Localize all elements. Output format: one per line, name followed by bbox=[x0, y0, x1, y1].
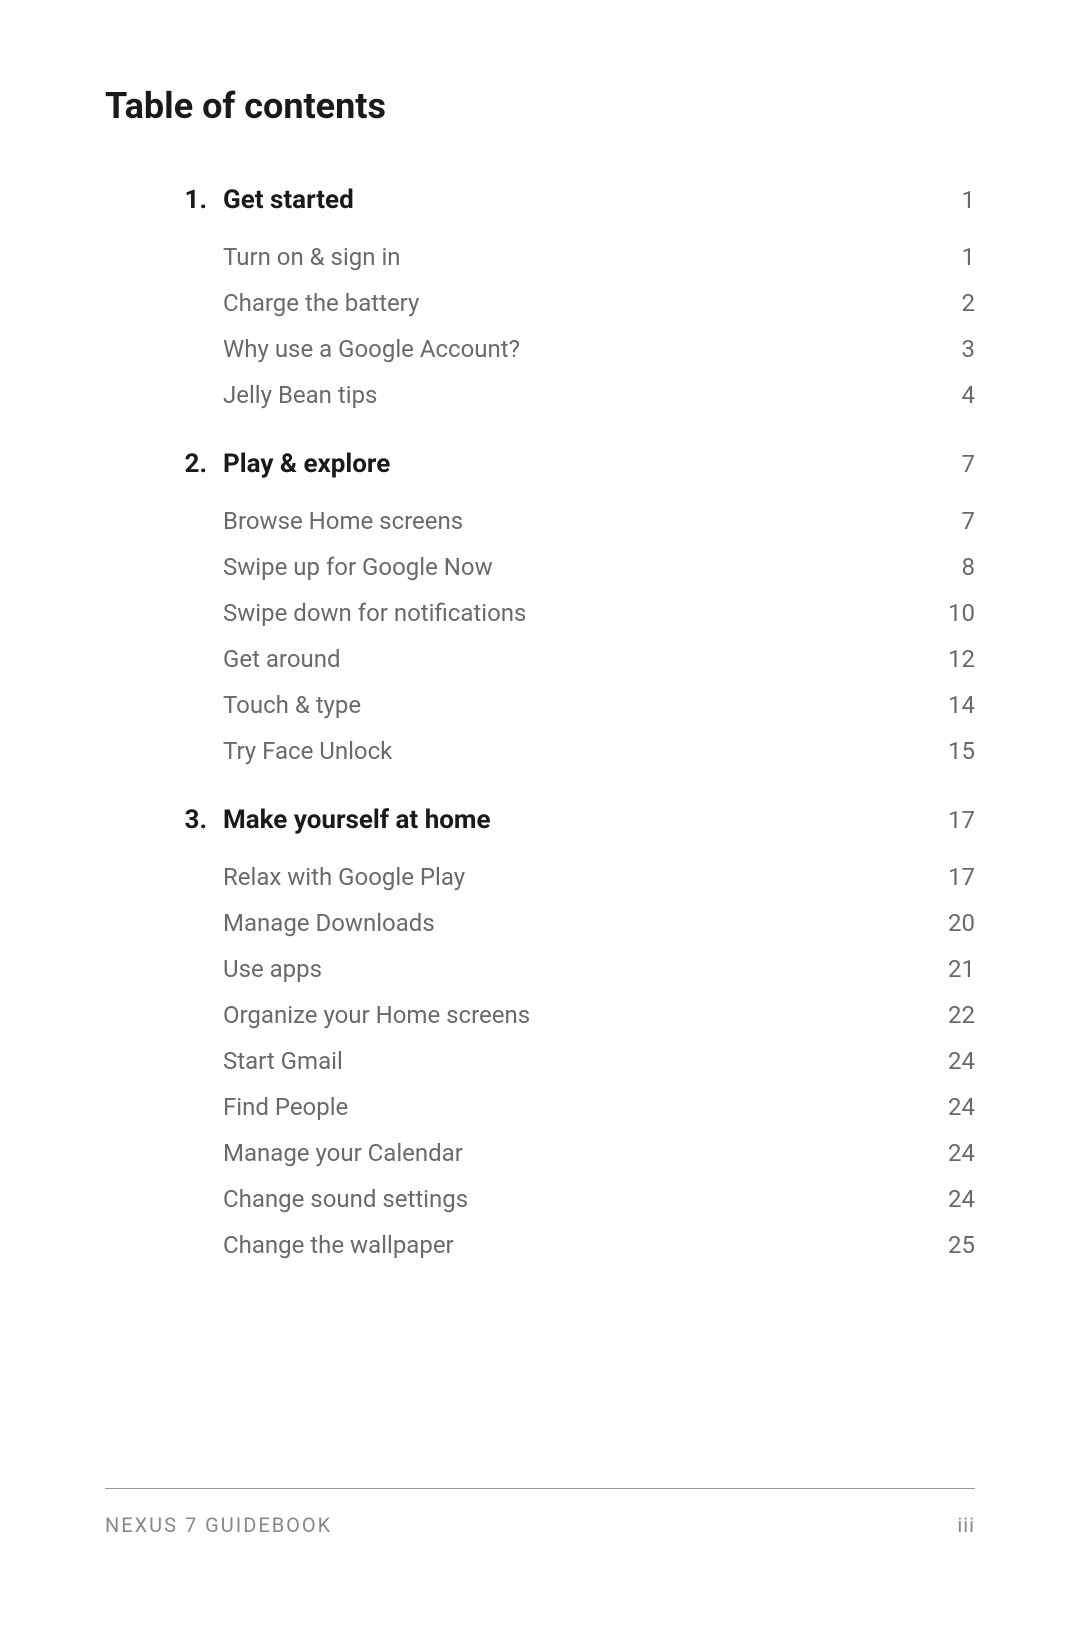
toc-entry: Change sound settings24 bbox=[175, 1185, 975, 1213]
toc-entry-title: Get around bbox=[223, 645, 935, 673]
toc-entry: Browse Home screens7 bbox=[175, 507, 975, 535]
toc-entry-page: 24 bbox=[935, 1047, 975, 1075]
toc-entry-title: Organize your Home screens bbox=[223, 1001, 935, 1029]
toc-entry-page: 22 bbox=[935, 1001, 975, 1029]
toc-chapter-heading: 2.Play & explore7 bbox=[175, 449, 975, 479]
toc-entry-title: Jelly Bean tips bbox=[223, 381, 935, 409]
toc-entry-page: 10 bbox=[935, 599, 975, 627]
toc-entry-title: Browse Home screens bbox=[223, 507, 935, 535]
table-of-contents: 1.Get started1Turn on & sign in1Charge t… bbox=[105, 185, 975, 1259]
toc-entry-title: Change sound settings bbox=[223, 1185, 935, 1213]
toc-entry-page: 24 bbox=[935, 1093, 975, 1121]
toc-entry: Charge the battery2 bbox=[175, 289, 975, 317]
toc-entry: Find People24 bbox=[175, 1093, 975, 1121]
toc-entry: Get around12 bbox=[175, 645, 975, 673]
toc-entry-title: Relax with Google Play bbox=[223, 863, 935, 891]
toc-entry: Start Gmail24 bbox=[175, 1047, 975, 1075]
toc-entry-page: 20 bbox=[935, 909, 975, 937]
toc-entry: Organize your Home screens22 bbox=[175, 1001, 975, 1029]
footer-page-number: iii bbox=[957, 1513, 975, 1537]
toc-chapter-title: Get started bbox=[223, 185, 935, 215]
toc-entry: Swipe down for notifications10 bbox=[175, 599, 975, 627]
toc-entry-page: 25 bbox=[935, 1231, 975, 1259]
toc-entry: Why use a Google Account?3 bbox=[175, 335, 975, 363]
toc-entry: Manage your Calendar24 bbox=[175, 1139, 975, 1167]
toc-entry-title: Charge the battery bbox=[223, 289, 935, 317]
toc-chapter-page: 1 bbox=[935, 186, 975, 214]
toc-entry-title: Find People bbox=[223, 1093, 935, 1121]
toc-entry: Touch & type14 bbox=[175, 691, 975, 719]
toc-entry-title: Swipe up for Google Now bbox=[223, 553, 935, 581]
toc-chapter-page: 7 bbox=[935, 450, 975, 478]
toc-entry: Turn on & sign in1 bbox=[175, 243, 975, 271]
toc-chapter-number: 2. bbox=[175, 449, 223, 479]
toc-entry-page: 21 bbox=[935, 955, 975, 983]
page-title: Table of contents bbox=[105, 85, 975, 127]
toc-entry-title: Start Gmail bbox=[223, 1047, 935, 1075]
toc-entry-page: 15 bbox=[935, 737, 975, 765]
toc-entry: Try Face Unlock15 bbox=[175, 737, 975, 765]
toc-entry-title: Touch & type bbox=[223, 691, 935, 719]
toc-chapter-heading: 1.Get started1 bbox=[175, 185, 975, 215]
toc-entry-page: 17 bbox=[935, 863, 975, 891]
toc-entry-title: Turn on & sign in bbox=[223, 243, 935, 271]
toc-chapter-page: 17 bbox=[935, 806, 975, 834]
toc-entry-title: Swipe down for notifications bbox=[223, 599, 935, 627]
toc-entry-title: Use apps bbox=[223, 955, 935, 983]
toc-entry: Change the wallpaper25 bbox=[175, 1231, 975, 1259]
toc-entry-title: Why use a Google Account? bbox=[223, 335, 935, 363]
toc-entry: Relax with Google Play17 bbox=[175, 863, 975, 891]
toc-entry-page: 3 bbox=[935, 335, 975, 363]
toc-entry-page: 24 bbox=[935, 1185, 975, 1213]
toc-chapter-heading: 3.Make yourself at home17 bbox=[175, 805, 975, 835]
toc-entry-page: 24 bbox=[935, 1139, 975, 1167]
toc-entry: Use apps21 bbox=[175, 955, 975, 983]
toc-entry: Jelly Bean tips4 bbox=[175, 381, 975, 409]
toc-entry-page: 7 bbox=[935, 507, 975, 535]
toc-entry-page: 1 bbox=[935, 243, 975, 271]
toc-entry-page: 2 bbox=[935, 289, 975, 317]
toc-entry-page: 12 bbox=[935, 645, 975, 673]
toc-chapter-title: Play & explore bbox=[223, 449, 935, 479]
footer-book-title: NEXUS 7 GUIDEBOOK bbox=[105, 1513, 332, 1537]
toc-entry: Swipe up for Google Now8 bbox=[175, 553, 975, 581]
toc-entry-title: Manage Downloads bbox=[223, 909, 935, 937]
toc-entry-title: Manage your Calendar bbox=[223, 1139, 935, 1167]
toc-chapter-number: 1. bbox=[175, 185, 223, 215]
toc-entry-page: 14 bbox=[935, 691, 975, 719]
page-footer: NEXUS 7 GUIDEBOOK iii bbox=[105, 1488, 975, 1537]
toc-entry: Manage Downloads20 bbox=[175, 909, 975, 937]
toc-chapter-title: Make yourself at home bbox=[223, 805, 935, 835]
toc-entry-page: 8 bbox=[935, 553, 975, 581]
toc-entry-title: Try Face Unlock bbox=[223, 737, 935, 765]
toc-entry-page: 4 bbox=[935, 381, 975, 409]
toc-entry-title: Change the wallpaper bbox=[223, 1231, 935, 1259]
toc-chapter-number: 3. bbox=[175, 805, 223, 835]
